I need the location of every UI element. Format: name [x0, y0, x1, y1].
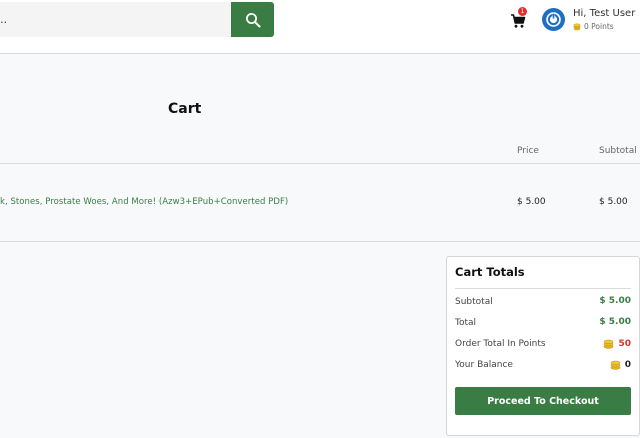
divider [0, 163, 640, 164]
search-button[interactable] [231, 2, 274, 37]
divider [455, 288, 631, 289]
totals-value-subtotal: $ 5.00 [599, 296, 631, 306]
user-points-label: 0 Points [584, 22, 614, 31]
cart-count-badge: 1 [518, 7, 527, 16]
user-greeting[interactable]: Hi, Test User [573, 8, 635, 19]
coins-icon [573, 23, 581, 30]
cart-item-subtotal: $ 5.00 [599, 197, 628, 207]
column-header-price: Price [517, 146, 539, 156]
search-icon [245, 12, 260, 27]
totals-label-subtotal: Subtotal [455, 297, 493, 307]
totals-balance-number: 0 [624, 359, 631, 370]
coins-icon [604, 339, 614, 349]
proceed-to-checkout-button[interactable]: Proceed To Checkout [455, 387, 631, 415]
column-header-subtotal: Subtotal [599, 146, 637, 156]
page-title: Cart [168, 101, 202, 117]
search-input[interactable] [0, 2, 232, 37]
top-header: 1 Hi, Test User 0 Points [0, 0, 640, 54]
totals-order-points-number: 50 [618, 338, 631, 349]
cart-totals-title: Cart Totals [455, 265, 525, 279]
cart-item-name[interactable]: k, Stones, Prostate Woes, And More! (Azw… [0, 197, 288, 207]
coins-icon [610, 360, 621, 370]
totals-value-balance: 0 [610, 359, 631, 370]
totals-value-total: $ 5.00 [599, 317, 631, 327]
totals-value-order-points: 50 [603, 338, 631, 349]
cart-item-price: $ 5.00 [517, 197, 546, 207]
user-points: 0 Points [573, 22, 614, 31]
totals-label-order-points: Order Total In Points [455, 339, 546, 349]
totals-label-total: Total [455, 318, 477, 328]
divider [0, 241, 640, 242]
totals-label-balance: Your Balance [455, 360, 513, 370]
user-avatar[interactable] [542, 8, 565, 31]
power-icon [546, 12, 561, 27]
